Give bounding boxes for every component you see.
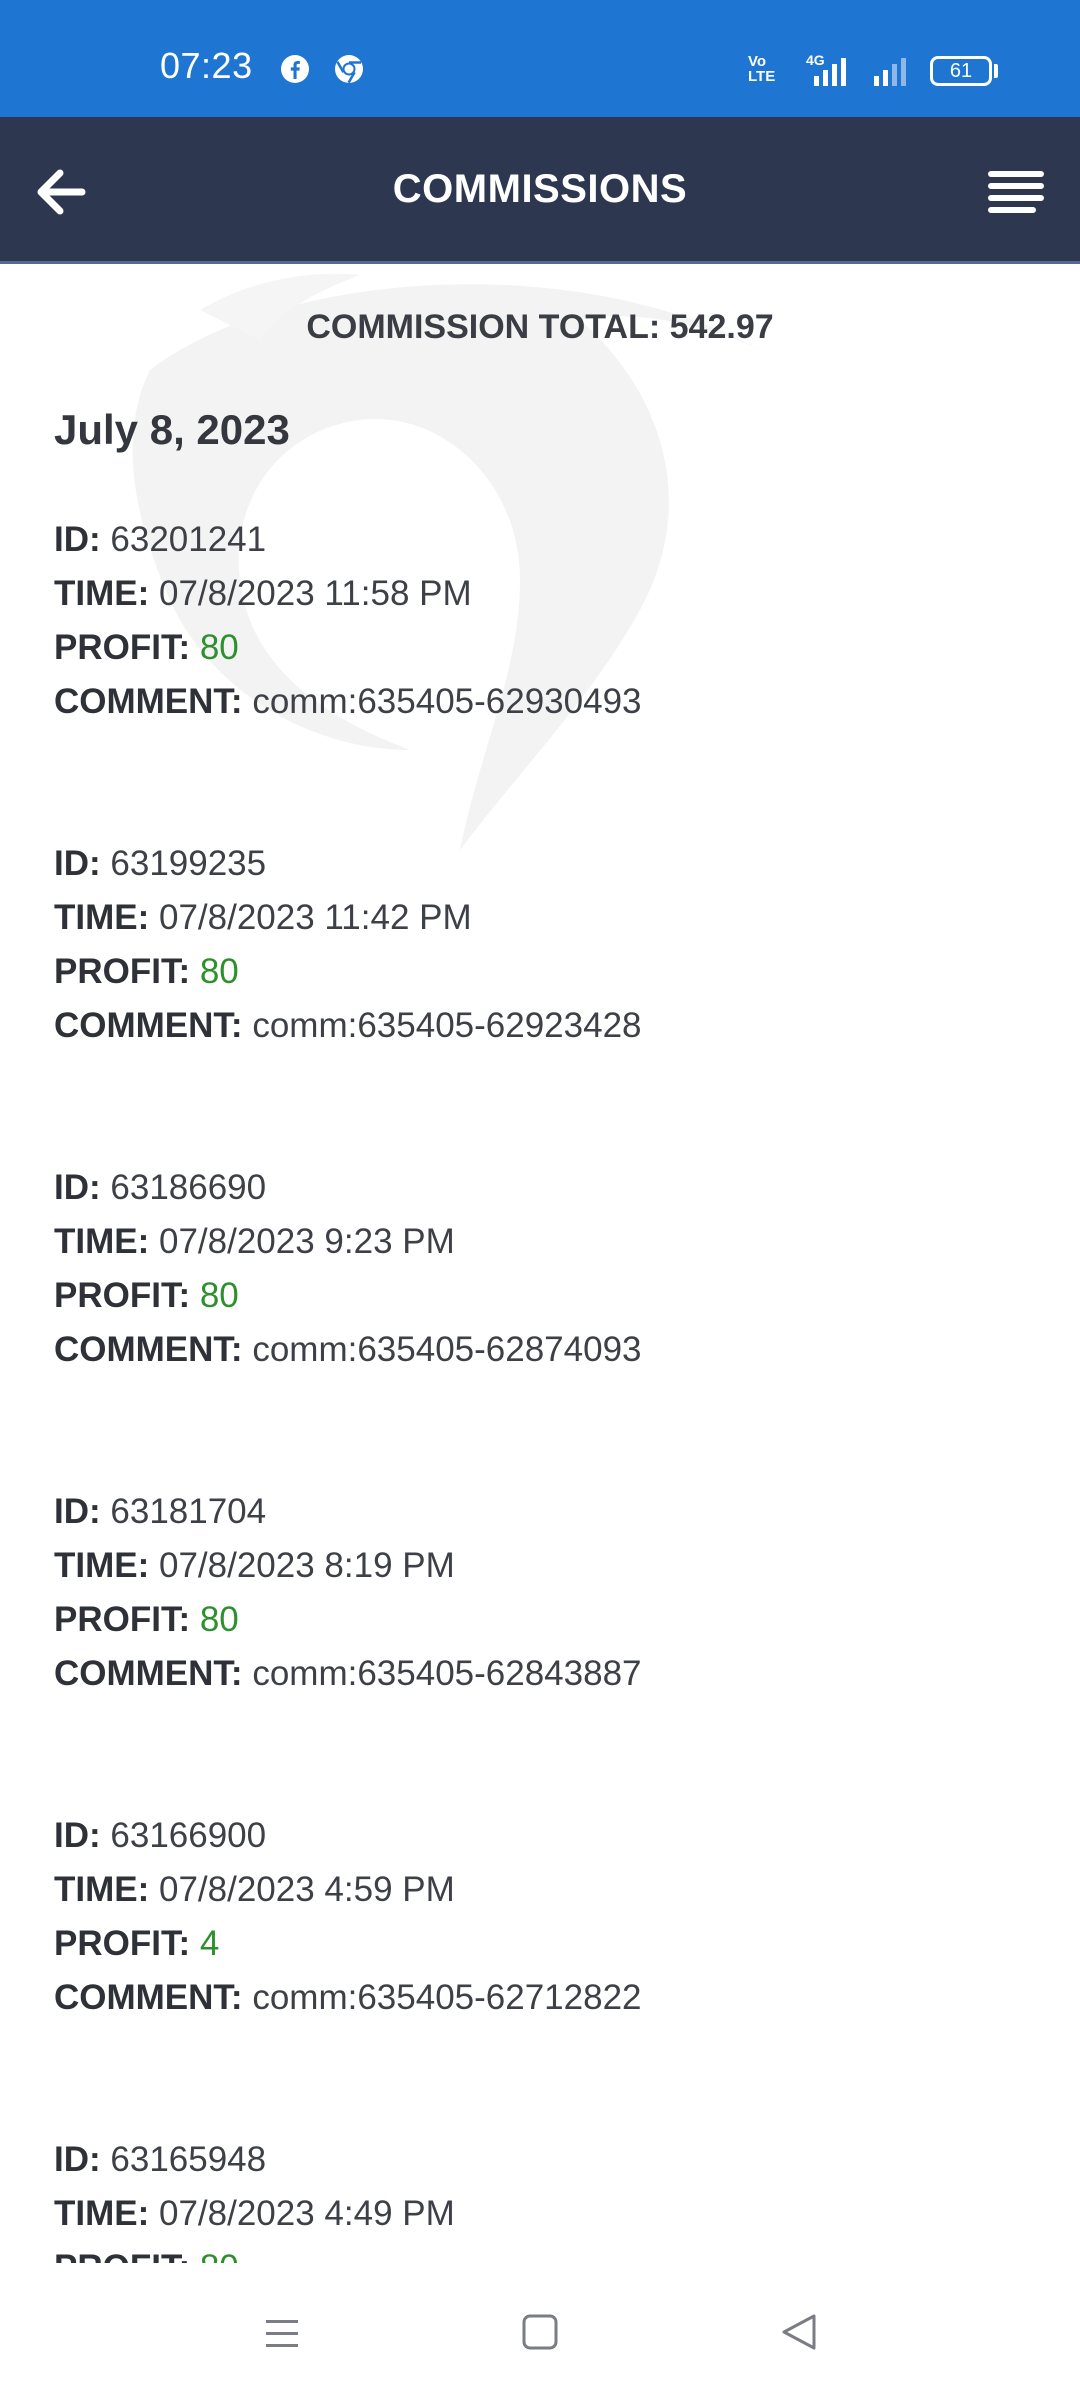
comment-value: comm:635405-62843887 (252, 1654, 642, 1693)
app-header: COMMISSIONS (0, 117, 1080, 264)
comment-value: comm:635405-62712822 (252, 1978, 642, 2017)
comment-value: comm:635405-62923428 (252, 1006, 642, 1045)
time-label: TIME: (54, 574, 150, 613)
record-id: ID: 63186690 (54, 1161, 1034, 1215)
status-bar: 07:23 Vo LTE 4G 61 (0, 0, 1080, 117)
record-id: ID: 63199235 (54, 837, 1034, 891)
record-profit: PROFIT: 80 (54, 1593, 1034, 1647)
comment-label: COMMENT: (54, 1330, 243, 1369)
id-label: ID: (54, 520, 101, 559)
time-label: TIME: (54, 898, 150, 937)
commission-total-value: 542.97 (669, 308, 774, 346)
id-value: 63201241 (110, 520, 267, 559)
date-heading: July 8, 2023 (54, 406, 290, 453)
status-time: 07:23 (160, 45, 253, 86)
id-value: 63181704 (110, 1492, 267, 1531)
record-id: ID: 63201241 (54, 513, 1034, 567)
app-screen: 07:23 Vo LTE 4G 61 COMMISSIONS COMMISSIO… (0, 0, 1080, 2400)
id-label: ID: (54, 2140, 101, 2179)
record-time: TIME: 07/8/2023 11:42 PM (54, 891, 1034, 945)
time-label: TIME: (54, 2194, 150, 2233)
profit-label: PROFIT: (54, 1600, 191, 1639)
comment-label: COMMENT: (54, 1006, 243, 1045)
comment-label: COMMENT: (54, 1654, 243, 1693)
record-comment: COMMENT: comm:635405-62843887 (54, 1647, 1034, 1701)
id-value: 63199235 (110, 844, 267, 883)
time-value: 07/8/2023 4:49 PM (159, 2194, 455, 2233)
commission-total-label: COMMISSION TOTAL: (306, 308, 661, 346)
record-id: ID: 63181704 (54, 1485, 1034, 1539)
record-comment: COMMENT: comm:635405-62923428 (54, 999, 1034, 1053)
id-value: 63186690 (110, 1168, 267, 1207)
profit-value: 4 (199, 1924, 220, 1963)
record-time: TIME: 07/8/2023 4:49 PM (54, 2187, 1034, 2241)
record-time: TIME: 07/8/2023 8:19 PM (54, 1539, 1034, 1593)
record-id: ID: 63166900 (54, 1809, 1034, 1863)
signal-icon-2 (874, 58, 906, 86)
record-time: TIME: 07/8/2023 4:59 PM (54, 1863, 1034, 1917)
facebook-icon (281, 55, 309, 83)
time-label: TIME: (54, 1546, 150, 1585)
time-value: 07/8/2023 9:23 PM (159, 1222, 455, 1261)
record-id: ID: 63165948 (54, 2133, 1034, 2187)
profit-value: 80 (199, 1276, 239, 1315)
menu-lines-icon[interactable] (984, 163, 1048, 223)
svg-text:4G: 4G (806, 52, 825, 68)
recents-icon[interactable] (252, 2303, 312, 2363)
time-value: 07/8/2023 11:42 PM (159, 898, 472, 937)
id-value: 63166900 (110, 1816, 267, 1855)
time-label: TIME: (54, 1222, 150, 1261)
commission-total: COMMISSION TOTAL: 542.97 (0, 307, 1080, 347)
profit-label: PROFIT: (54, 1924, 191, 1963)
record-profit: PROFIT: 4 (54, 1917, 1034, 1971)
record-comment: COMMENT: comm:635405-62712822 (54, 1971, 1034, 2025)
profit-value: 80 (200, 2248, 239, 2263)
time-label: TIME: (54, 1870, 150, 1909)
home-icon[interactable] (510, 2303, 570, 2363)
profit-label: PROFIT: (54, 1276, 191, 1315)
battery-tip (994, 64, 998, 78)
record-comment: COMMENT: comm:635405-62930493 (54, 675, 1034, 729)
page-title: COMMISSIONS (392, 167, 688, 211)
commission-record: ID: 63201241 TIME: 07/8/2023 11:58 PM PR… (54, 513, 1034, 729)
system-nav-bar (0, 2263, 1080, 2400)
commission-record: ID: 63166900 TIME: 07/8/2023 4:59 PM PRO… (54, 1809, 1034, 2025)
time-value: 07/8/2023 8:19 PM (159, 1546, 455, 1585)
id-value: 63165948 (110, 2140, 267, 2179)
signal-icon: 4G (806, 52, 846, 86)
commission-record: ID: 63186690 TIME: 07/8/2023 9:23 PM PRO… (54, 1161, 1034, 1377)
volte-indicator: Vo LTE (748, 53, 776, 85)
commission-list[interactable]: COMMISSION TOTAL: 542.97 July 8, 2023 ID… (0, 267, 1080, 2263)
record-time: TIME: 07/8/2023 11:58 PM (54, 567, 1034, 621)
comment-value: comm:635405-62874093 (252, 1330, 642, 1369)
record-time: TIME: 07/8/2023 9:23 PM (54, 1215, 1034, 1269)
commission-record: ID: 63165948 TIME: 07/8/2023 4:49 PM PRO… (54, 2133, 1034, 2263)
commission-record: ID: 63181704 TIME: 07/8/2023 8:19 PM PRO… (54, 1485, 1034, 1701)
profit-label: PROFIT: (54, 628, 191, 667)
profit-label: PROFIT: (54, 2248, 190, 2263)
id-label: ID: (54, 1816, 101, 1855)
profit-value: 80 (199, 1600, 239, 1639)
record-profit: PROFIT: 80 (54, 2241, 1034, 2263)
commission-record: ID: 63199235 TIME: 07/8/2023 11:42 PM PR… (54, 837, 1034, 1053)
comment-label: COMMENT: (54, 1978, 243, 2017)
comment-value: comm:635405-62930493 (252, 682, 642, 721)
back-triangle-icon[interactable] (770, 2303, 830, 2363)
record-profit: PROFIT: 80 (54, 621, 1034, 675)
chrome-icon (335, 55, 363, 84)
id-label: ID: (54, 1492, 101, 1531)
id-label: ID: (54, 844, 101, 883)
record-profit: PROFIT: 80 (54, 945, 1034, 999)
time-value: 07/8/2023 11:58 PM (159, 574, 472, 613)
profit-label: PROFIT: (54, 952, 191, 991)
record-profit: PROFIT: 80 (54, 1269, 1034, 1323)
time-value: 07/8/2023 4:59 PM (159, 1870, 455, 1909)
record-comment: COMMENT: comm:635405-62874093 (54, 1323, 1034, 1377)
profit-value: 80 (199, 952, 239, 991)
id-label: ID: (54, 1168, 101, 1207)
battery-icon: 61 (930, 56, 992, 86)
profit-value: 80 (199, 628, 239, 667)
comment-label: COMMENT: (54, 682, 243, 721)
